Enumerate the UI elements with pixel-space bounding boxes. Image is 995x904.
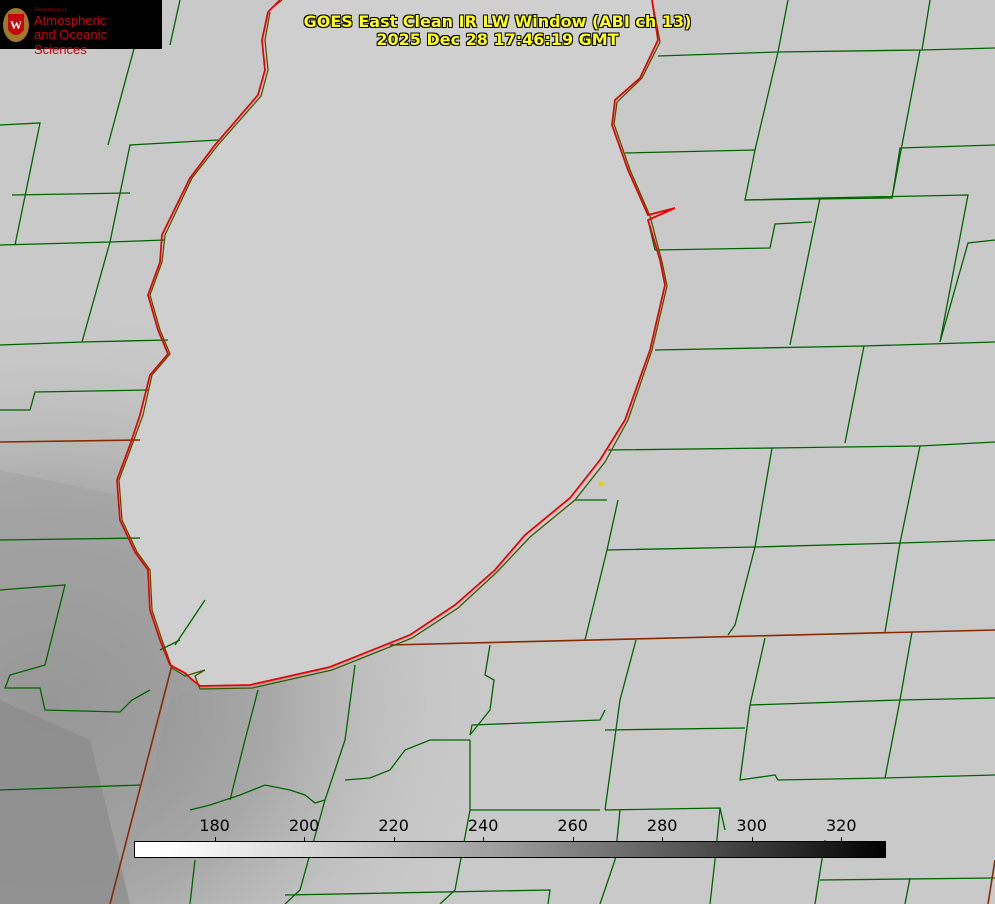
colorbar-tick-label: 200 [288,816,320,835]
satellite-map [0,0,995,904]
colorbar-tick-label: 260 [557,816,588,835]
location-marker [598,481,604,487]
colorbar-tick-label: 180 [199,816,230,835]
colorbar-tick-mark [304,837,306,841]
logo-line2: and Oceanic Sciences [34,27,107,57]
colorbar-tick-label: 280 [646,816,678,835]
colorbar-tick-label: 220 [378,816,409,835]
colorbar-tick-mark [214,837,216,841]
colorbar-tick-mark [662,837,664,841]
colorbar-tick-label: 240 [467,816,499,835]
colorbar-tick-mark [483,837,485,841]
logo-line1: Atmospheric [34,13,107,28]
colorbar-tick-mark [841,837,843,841]
colorbar [134,841,886,858]
uw-aos-logo: W Department of Atmospheric and Oceanic … [0,0,162,57]
colorbar-tick-mark [393,837,395,841]
colorbar-tick-label: 320 [825,816,857,835]
uw-crest-icon: W [3,8,29,42]
colorbar-tick-mark [572,837,574,841]
colorbar-tick-mark [751,837,753,841]
svg-text:W: W [10,18,22,32]
colorbar-tick-label: 300 [736,816,767,835]
